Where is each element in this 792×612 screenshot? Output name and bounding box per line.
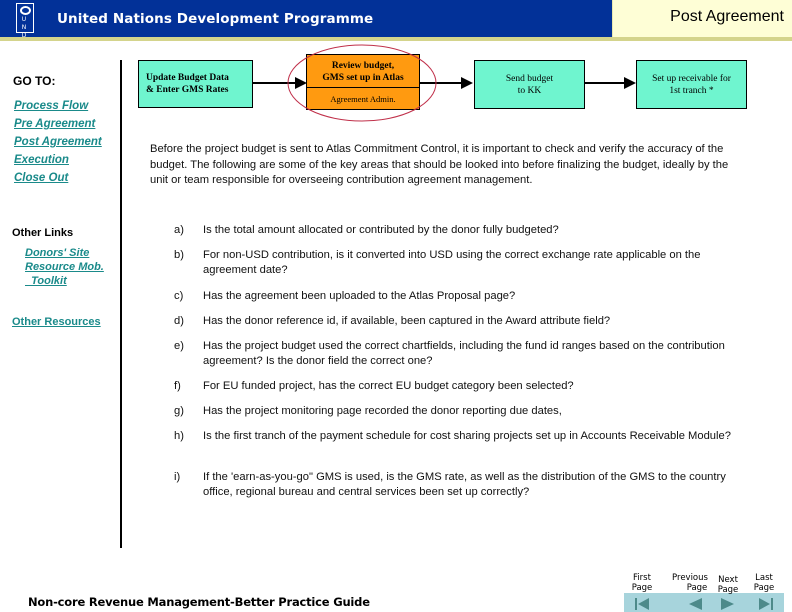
skip-last-icon — [759, 597, 773, 610]
next-page-button[interactable] — [716, 595, 740, 612]
first-page-button[interactable] — [630, 595, 654, 612]
nav-link-close-out[interactable]: Close Out — [14, 172, 68, 184]
flow-step-2-line2: GMS set up in Atlas — [322, 72, 404, 83]
last-page-button[interactable] — [754, 595, 778, 612]
item-text: For non-USD contribution, is it converte… — [203, 249, 701, 276]
last-page-label-line1: Last — [755, 573, 773, 583]
item-text: Has the project budget used the correct … — [203, 340, 725, 367]
flow-step-4-line2: 1st tranch * — [669, 85, 714, 96]
item-letter: i) — [174, 471, 181, 483]
link-other-resources[interactable]: Other Resources — [12, 316, 101, 328]
intro-paragraph: Before the project budget is sent to Atl… — [150, 143, 729, 186]
last-page-label-line2: Page — [753, 583, 775, 593]
item-text: Has the agreement been uploaded to the A… — [203, 290, 516, 302]
item-text: For EU funded project, has the correct E… — [203, 380, 574, 392]
next-page-label: Next Page — [715, 575, 741, 595]
item-letter: d) — [174, 315, 184, 327]
flow-step-3-line2: to KK — [517, 85, 542, 96]
previous-page-label-line1: Previous — [672, 573, 708, 583]
flow-step-3-line1: Send budget — [505, 73, 554, 84]
process-flowchart: Update Budget Data & Enter GMS Rates Rev… — [0, 0, 792, 130]
link-resource-mob[interactable]: Resource Mob. — [25, 260, 104, 274]
item-letter: h) — [174, 430, 184, 442]
item-letter: e) — [174, 340, 184, 352]
flow-step-2-sub: Agreement Admin. — [307, 86, 419, 105]
item-text: Is the first tranch of the payment sched… — [203, 430, 731, 442]
item-text: Has the donor reference id, if available… — [203, 315, 611, 327]
item-letter: c) — [174, 290, 184, 302]
flow-step-2-line1: Review budget, — [331, 60, 395, 71]
item-letter: a) — [174, 224, 184, 236]
sidebar-divider — [120, 60, 122, 548]
first-page-label-line2: Page — [631, 583, 653, 593]
flow-step-update-budget: Update Budget Data & Enter GMS Rates — [138, 60, 253, 108]
link-toolkit[interactable]: Toolkit — [25, 274, 67, 288]
first-page-label: First Page — [630, 573, 654, 593]
link-donors-site[interactable]: Donors' Site — [25, 246, 89, 260]
next-page-label-line1: Next — [718, 575, 738, 585]
flow-step-send-budget: Send budget to KK — [474, 60, 585, 109]
flow-step-review-budget: Review budget, GMS set up in Atlas Agree… — [306, 54, 420, 110]
item-text: Has the project monitoring page recorded… — [203, 405, 562, 417]
flow-step-setup-receivable: Set up receivable for 1st tranch * — [636, 60, 747, 109]
flow-step-1-line1: Update Budget Data — [146, 73, 229, 83]
other-links-label: Other Links — [12, 227, 74, 239]
item-letter: b) — [174, 249, 184, 261]
previous-page-button[interactable] — [683, 595, 707, 612]
flow-step-1-line2: & Enter GMS Rates — [146, 85, 229, 95]
first-page-label-line1: First — [633, 573, 651, 583]
triangle-right-icon — [721, 597, 734, 610]
nav-link-execution[interactable]: Execution — [14, 154, 69, 166]
item-letter: g) — [174, 405, 184, 417]
item-text: Is the total amount allocated or contrib… — [203, 224, 559, 236]
previous-page-label: Previous Page — [668, 573, 712, 593]
flow-step-4-line1: Set up receivable for — [652, 73, 731, 84]
previous-page-label-line2: Page — [686, 583, 708, 593]
skip-first-icon — [635, 597, 649, 610]
next-page-label-line2: Page — [717, 585, 739, 595]
last-page-label: Last Page — [752, 573, 776, 593]
footer-guide-title: Non-core Revenue Management-Better Pract… — [28, 595, 370, 609]
nav-link-post-agreement[interactable]: Post Agreement — [14, 136, 102, 148]
triangle-left-icon — [689, 597, 702, 610]
item-letter: f) — [174, 380, 181, 392]
item-text: If the 'earn-as-you-go" GMS is used, is … — [203, 471, 726, 498]
